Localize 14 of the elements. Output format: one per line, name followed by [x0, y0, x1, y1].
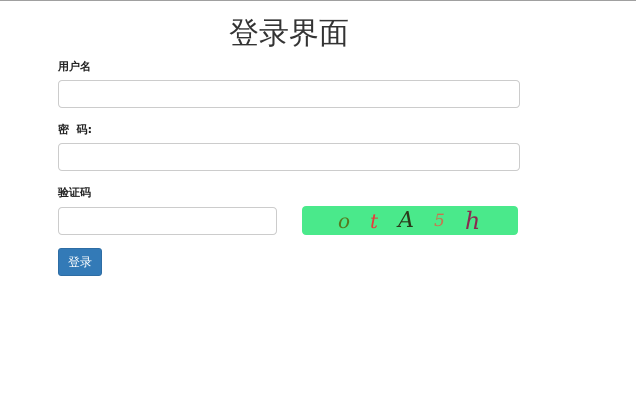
field-label: 密 码:	[58, 122, 92, 137]
field-label: 验证码	[58, 185, 91, 200]
captcha-character: A	[398, 208, 414, 233]
captcha-input-field[interactable]	[58, 206, 277, 234]
captcha-character: t	[370, 208, 378, 232]
captcha-character: h	[464, 206, 480, 234]
captcha-image[interactable]: o t A 5 h	[302, 206, 518, 235]
captcha-character: 5	[434, 210, 445, 230]
input-field[interactable]	[58, 143, 520, 171]
login-button[interactable]: 登录	[58, 248, 102, 276]
input-field[interactable]	[58, 80, 520, 108]
captcha-character: o	[338, 208, 350, 232]
field-label: 用户名	[58, 59, 91, 74]
page-title: 登录界面	[228, 15, 350, 53]
